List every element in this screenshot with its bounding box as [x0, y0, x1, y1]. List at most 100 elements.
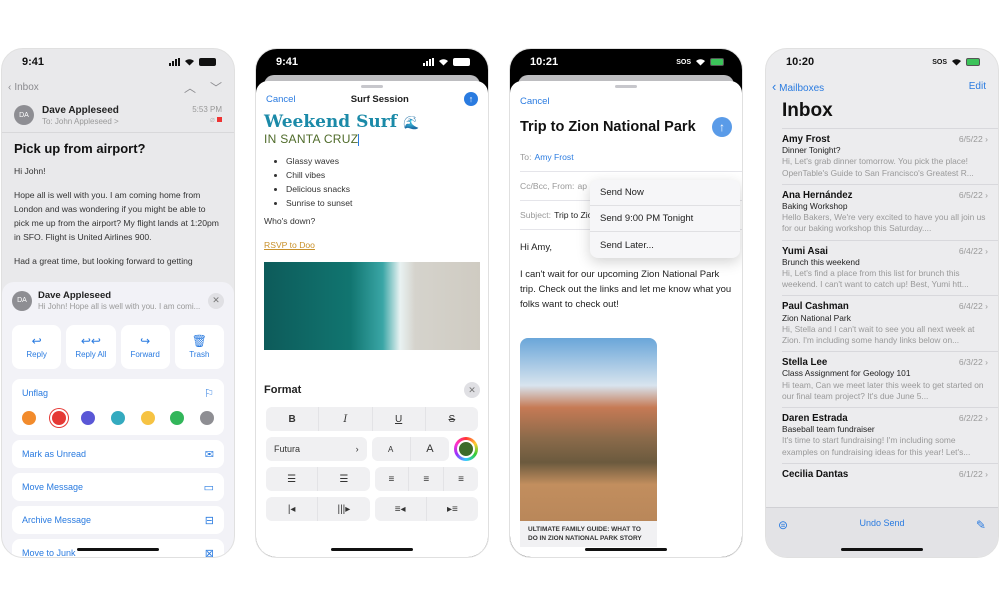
wifi-icon	[696, 59, 705, 66]
wifi-icon	[439, 59, 448, 66]
indent-button[interactable]: ▸≡	[427, 497, 478, 521]
battery-icon	[453, 58, 470, 66]
send-later-option[interactable]: Send Later...	[590, 232, 740, 258]
flag-slash-icon: ⚐	[204, 387, 214, 400]
flag-color-option[interactable]	[22, 411, 36, 425]
flag-color-option[interactable]	[81, 411, 96, 425]
compose-icon[interactable]: ✎	[976, 518, 986, 532]
body-subheading[interactable]: IN SANTA CRUZ	[256, 132, 488, 146]
link-preview-caption[interactable]: ULTIMATE FAMILY GUIDE: WHAT TO DO IN ZIO…	[520, 521, 657, 547]
back-to-inbox-button[interactable]: ‹ Inbox	[8, 82, 39, 93]
chevron-right-icon: ›	[985, 189, 988, 200]
trash-button[interactable]: 🗑 Trash	[174, 325, 224, 369]
close-sheet-button[interactable]: ✕	[208, 292, 224, 309]
recipient-token[interactable]: Amy Frost	[534, 152, 573, 162]
flag-color-option[interactable]	[110, 411, 125, 425]
decrease-font-size-button[interactable]: A	[372, 437, 411, 461]
forward-button[interactable]: ↪ Forward	[120, 325, 170, 369]
mail-date: 6/3/22	[958, 357, 983, 368]
send-button[interactable]: ↑	[464, 92, 478, 106]
mail-date: 6/1/22	[958, 468, 983, 479]
list-item: Glassy waves	[286, 154, 480, 168]
sender-name: Dave Appleseed	[42, 105, 119, 116]
status-bar: 10:20 SOS	[766, 49, 998, 75]
mail-list-item[interactable]: Paul Cashman 6/4/22 › Zion National Park Hi…	[782, 295, 998, 351]
cancel-button[interactable]: Cancel	[266, 94, 296, 105]
mail-list-item[interactable]: Yumi Asai 6/4/22 › Brunch this weekend Hi, …	[782, 239, 998, 296]
outdent-button[interactable]: ≡◂	[375, 497, 427, 521]
numbered-list-button[interactable]: ☰	[266, 467, 319, 491]
list-item: Sunrise to sunset	[286, 196, 480, 210]
close-icon: ✕	[468, 384, 476, 395]
flag-color-option[interactable]	[199, 411, 214, 425]
mail-date: 6/4/22	[958, 245, 983, 256]
back-to-mailboxes-button[interactable]: ‹ Mailboxes	[772, 79, 824, 94]
send-now-option[interactable]: Send Now	[590, 180, 740, 206]
flag-color-picker	[12, 407, 224, 435]
close-format-button[interactable]: ✕	[464, 382, 480, 398]
indent-icon: ▸≡	[446, 503, 458, 515]
recipient-line[interactable]: To: John Appleseed >	[42, 117, 119, 126]
previous-message-chevron-up-icon[interactable]: ︿	[184, 79, 196, 96]
align-left-button[interactable]: ≡	[375, 467, 410, 491]
message-time: 5:53 PM	[192, 105, 222, 114]
cancel-button[interactable]: Cancel	[510, 88, 742, 111]
zion-link-preview-image[interactable]	[520, 338, 657, 521]
align-right-button[interactable]: ≡	[444, 467, 478, 491]
forward-icon: ↪	[140, 334, 151, 348]
mail-list-item[interactable]: Daren Estrada 6/2/22 › Baseball team fundr…	[782, 407, 998, 463]
undo-send-button[interactable]: Undo Send	[859, 518, 904, 528]
increase-quote-level-button[interactable]: |||▸	[318, 497, 369, 521]
home-indicator	[585, 548, 667, 551]
to-field[interactable]: To: Amy Frost	[520, 143, 742, 172]
sheet-preview: Hi John! Hope all is well with you. I am…	[38, 302, 201, 311]
compose-sheet: Cancel Trip to Zion National Park ↑ To: A…	[510, 81, 742, 557]
message-subject: Pick up from airport?	[14, 141, 146, 156]
flag-color-option[interactable]	[140, 411, 155, 425]
status-bar: 10:21 SOS	[510, 49, 742, 75]
cellular-signal-icon	[169, 58, 180, 66]
flag-color-option[interactable]	[170, 411, 185, 425]
mail-sender: Ana Hernández	[782, 189, 853, 201]
next-message-chevron-down-icon[interactable]: ﹀	[210, 79, 222, 96]
phone-inbox: 10:20 SOS ‹ Mailboxes Edit Inbox Amy Fro…	[765, 48, 999, 558]
strikethrough-button[interactable]: S	[426, 407, 478, 431]
numbered-list-icon: ☰	[287, 473, 297, 485]
font-picker-button[interactable]: Futura ›	[266, 437, 367, 461]
send-button[interactable]: ↑	[712, 117, 732, 137]
mail-list-item[interactable]: Stella Lee 6/3/22 › Class Assignment for G…	[782, 351, 998, 407]
text-cursor	[358, 133, 360, 146]
italic-button[interactable]: I	[319, 407, 373, 431]
edit-button[interactable]: Edit	[969, 81, 986, 92]
mail-list-item[interactable]: Amy Frost 6/5/22 › Dinner Tonight? Hi, Let'…	[782, 128, 998, 184]
outdent-icon: ≡◂	[394, 503, 406, 515]
chevron-right-icon: ›	[985, 245, 988, 256]
increase-font-size-button[interactable]: A	[411, 437, 449, 461]
sos-indicator: SOS	[932, 58, 947, 66]
send-options-menu: Send Now Send 9:00 PM Tonight Send Later…	[590, 180, 740, 258]
unflag-button[interactable]: Unflag ⚐	[12, 379, 224, 407]
reply-button[interactable]: ↩ Reply	[12, 325, 62, 369]
chevron-left-icon: ‹	[772, 79, 777, 94]
align-center-button[interactable]: ≡	[409, 467, 445, 491]
bulleted-list-button[interactable]: ☰	[318, 467, 369, 491]
decrease-quote-level-button[interactable]: |◂	[266, 497, 319, 521]
mail-list-item[interactable]: Cecilia Dantas 6/1/22 ›	[782, 462, 998, 485]
filter-icon[interactable]: ⊜	[778, 518, 788, 532]
envelope-badge-icon: ✉	[204, 448, 214, 461]
reply-all-button[interactable]: ↩↩ Reply All	[66, 325, 116, 369]
archive-message-button[interactable]: Archive Message ⊟	[12, 506, 224, 534]
underline-button[interactable]: U	[373, 407, 426, 431]
mail-list-item[interactable]: Ana Hernández 6/5/22 › Baking Workshop Hell…	[782, 183, 998, 240]
bold-button[interactable]: B	[266, 407, 320, 431]
compose-title: Surf Session	[350, 93, 409, 105]
rsvp-link[interactable]: RSVP to Doo	[256, 232, 488, 258]
wifi-icon	[952, 59, 961, 66]
align-left-icon: ≡	[388, 473, 395, 485]
flag-color-option[interactable]	[51, 411, 66, 425]
body-heading[interactable]: Weekend Surf 🌊	[256, 112, 488, 132]
move-message-button[interactable]: Move Message ▭	[12, 473, 224, 501]
mark-as-unread-button[interactable]: Mark as Unread ✉	[12, 440, 224, 468]
text-color-picker[interactable]	[454, 437, 478, 461]
send-tonight-option[interactable]: Send 9:00 PM Tonight	[590, 206, 740, 232]
